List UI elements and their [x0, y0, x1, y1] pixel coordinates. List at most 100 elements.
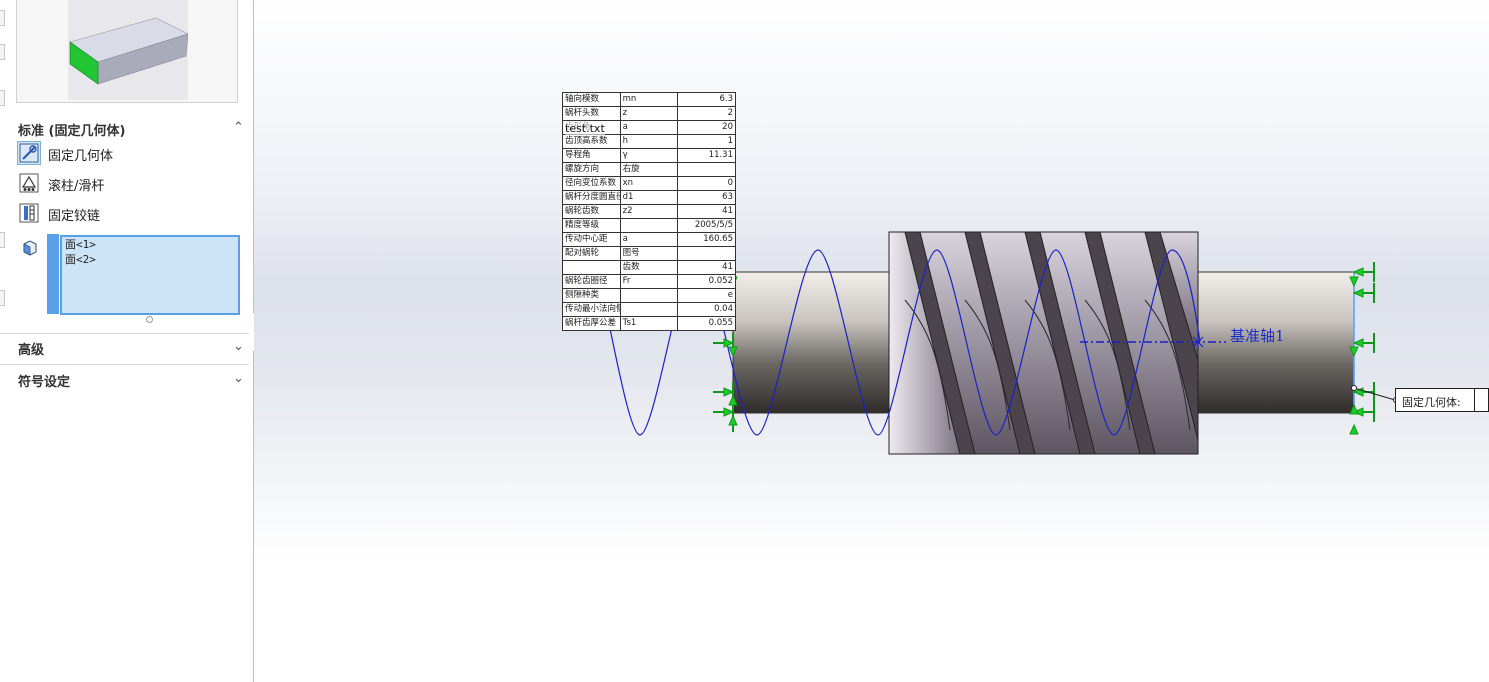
spec-row: 径向变位系数 xn 0 [562, 176, 736, 191]
roller-slider-icon [17, 171, 41, 195]
fixture-preview [16, 0, 238, 103]
chevron-down-icon[interactable]: ⌄ [233, 339, 244, 354]
spec-cell: 螺旋方向 [562, 162, 621, 177]
spec-cell: 侧隙种类 [562, 288, 621, 303]
spec-row: 配对蜗轮 图号 [562, 246, 736, 261]
spec-row: 齿数 41 [562, 260, 736, 275]
section-title: 符号设定 [18, 375, 71, 390]
selection-list-box[interactable]: 面<1> 面<2> [60, 235, 240, 315]
section-header-advanced[interactable]: 高级 ⌄ [0, 336, 253, 358]
spec-cell: 蜗轮齿圈径 [562, 274, 621, 289]
spec-cell: 1 [677, 134, 736, 149]
selection-list[interactable]: 面<1> 面<2> [47, 234, 240, 315]
spec-cell: z2 [619, 204, 679, 219]
spec-cell: 11.31 [677, 148, 736, 163]
spec-cell: 0.04 [677, 302, 736, 317]
shaft-left [732, 271, 891, 414]
option-label: 固定几何体 [48, 149, 114, 164]
selection-item[interactable]: 面<1> [62, 237, 238, 252]
spec-cell [619, 218, 679, 233]
spec-cell: 6.3 [677, 92, 736, 107]
spec-cell [562, 260, 621, 275]
spec-cell: Ts1 [619, 316, 679, 331]
spec-cell: 轴向模数 [562, 92, 621, 107]
spec-cell: 0.052 [677, 274, 736, 289]
face-selection-icon [21, 238, 39, 256]
option-fixed-geometry[interactable]: 固定几何体 [17, 141, 237, 165]
chevron-down-icon[interactable]: ⌄ [233, 371, 244, 386]
section-title: 标准 (固定几何体) [18, 124, 126, 139]
spec-row: 精度等级 2005/5/5 [562, 218, 736, 233]
spec-cell: 20 [677, 120, 736, 135]
spec-cell: 径向变位系数 [562, 176, 621, 191]
divider [0, 364, 249, 365]
graphics-viewport[interactable]: 基准轴1 [254, 0, 1489, 682]
spec-cell: 41 [677, 260, 736, 275]
spec-cell: Fr [619, 274, 679, 289]
spec-row: 轴向模数 mn 6.3 [562, 92, 736, 107]
worm-model[interactable] [254, 0, 1489, 682]
spec-cell [619, 302, 679, 317]
spec-cell: 右旋 [619, 162, 679, 177]
spec-cell: a [619, 232, 679, 247]
section-title: 高级 [18, 343, 45, 358]
chevron-up-icon[interactable]: ⌃ [233, 120, 244, 135]
option-roller-slider[interactable]: 滚柱/滑杆 [17, 171, 237, 195]
fixed-geometry-icon [17, 141, 41, 165]
property-manager-panel: 标准 (固定几何体) ⌃ 固定几何体 滚柱/滑杆 固定铰链 面<1> 面<2> … [0, 0, 254, 682]
edge-tab[interactable] [0, 290, 5, 306]
spec-cell: h [619, 134, 679, 149]
spec-cell: 蜗轮齿数 [562, 204, 621, 219]
section-header-symbol-settings[interactable]: 符号设定 ⌄ [0, 368, 253, 390]
fixture-callout[interactable]: 固定几何体: [1395, 388, 1489, 412]
spec-row: 传动最小法向侧隙jnmin 0.04 [562, 302, 736, 317]
fixture-preview-image [68, 0, 189, 100]
spec-cell: 41 [677, 204, 736, 219]
spec-cell: z [619, 106, 679, 121]
spec-cell: 图号 [619, 246, 679, 261]
fixed-hinge-icon [17, 201, 41, 225]
spec-cell: 蜗杆齿厚公差 [562, 316, 621, 331]
spec-cell: d1 [619, 190, 679, 205]
panel-edge-tabs [0, 0, 6, 360]
spec-cell: 传动中心距 [562, 232, 621, 247]
spec-cell: 齿数 [619, 260, 679, 275]
divider [0, 333, 249, 334]
selection-list-indicator [47, 234, 59, 314]
option-fixed-hinge[interactable]: 固定铰链 [17, 201, 237, 225]
edge-tab[interactable] [0, 232, 5, 248]
option-label: 滚柱/滑杆 [48, 179, 105, 194]
spec-row: 传动中心距 a 160.65 [562, 232, 736, 247]
spec-row: 蜗杆分度圆直径 d1 63 [562, 190, 736, 205]
spec-cell: xn [619, 176, 679, 191]
spec-cell: e [677, 288, 736, 303]
selection-item[interactable]: 面<2> [62, 252, 238, 267]
spec-cell: 精度等级 [562, 218, 621, 233]
spec-cell: 导程角 [562, 148, 621, 163]
spec-cell: 蜗杆分度圆直径 [562, 190, 621, 205]
spec-row: 侧隙种类 e [562, 288, 736, 303]
spec-row: 螺旋方向 右旋 [562, 162, 736, 177]
overlay-file-label: test.txt [565, 122, 605, 135]
callout-divider [1474, 389, 1475, 411]
section-header-standard[interactable]: 标准 (固定几何体) ⌃ [0, 117, 253, 139]
spec-cell: mn [619, 92, 679, 107]
spec-cell: 0 [677, 176, 736, 191]
edge-tab[interactable] [0, 90, 5, 106]
spec-row: 导程角 γ 11.31 [562, 148, 736, 163]
spec-cell: γ [619, 148, 679, 163]
spec-cell: 160.65 [677, 232, 736, 247]
edge-tab[interactable] [0, 44, 5, 60]
spec-cell: 配对蜗轮 [562, 246, 621, 261]
spec-row: 齿顶高系数 h 1 [562, 134, 736, 149]
spec-row: 蜗杆齿厚公差 Ts1 0.055 [562, 316, 736, 331]
spec-cell: 齿顶高系数 [562, 134, 621, 149]
edge-tab[interactable] [0, 10, 5, 26]
option-label: 固定铰链 [48, 209, 101, 224]
spec-cell: 63 [677, 190, 736, 205]
resize-handle[interactable] [146, 316, 153, 323]
spec-cell: 传动最小法向侧隙jnmin [562, 302, 621, 317]
spec-cell [677, 162, 736, 177]
datum-axis-label[interactable]: 基准轴1 [1230, 325, 1285, 346]
spec-cell: 0.055 [677, 316, 736, 331]
